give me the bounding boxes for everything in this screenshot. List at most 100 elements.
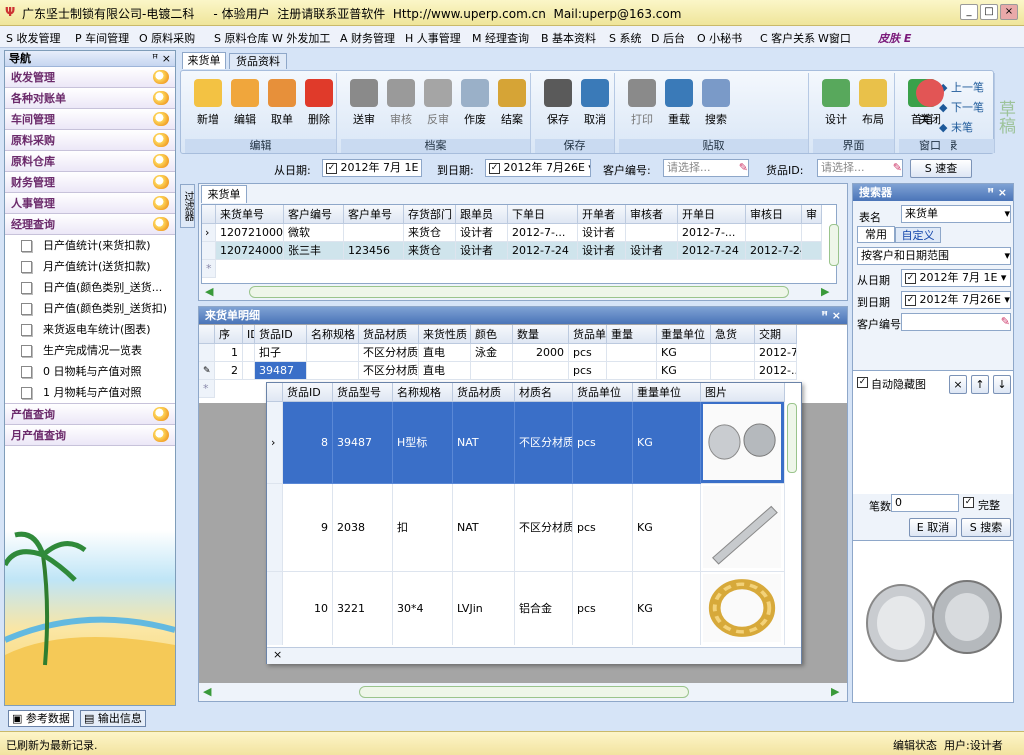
- master-cell[interactable]: [746, 224, 802, 242]
- detail-cell[interactable]: 39487: [255, 362, 307, 380]
- menu-item-13[interactable]: W窗口: [818, 30, 851, 46]
- menu-item-11[interactable]: O 小秘书: [697, 30, 742, 46]
- detail-cell[interactable]: [243, 362, 255, 380]
- detail-col-header[interactable]: 重量单位: [657, 325, 711, 344]
- lookup-cell[interactable]: pcs: [573, 572, 633, 645]
- lookup-cell[interactable]: 9: [283, 484, 333, 572]
- detail-cell[interactable]: pcs: [569, 362, 607, 380]
- detail-cell[interactable]: 1: [215, 344, 243, 362]
- master-col-header[interactable]: 审核日: [746, 205, 802, 224]
- master-cell[interactable]: 123456: [344, 242, 404, 260]
- table-name-select[interactable]: 来货单 ▾: [901, 205, 1011, 223]
- detail-row-indicator[interactable]: ✎: [199, 362, 215, 380]
- toolbar-button-7[interactable]: 作废: [458, 79, 492, 127]
- lookup-cell[interactable]: 3221: [333, 572, 393, 645]
- master-cell[interactable]: 1207240002: [216, 242, 284, 260]
- master-col-header[interactable]: 来货单号: [216, 205, 284, 224]
- nav-group-4[interactable]: 原料仓库: [5, 151, 175, 172]
- master-cell[interactable]: 来货仓: [404, 242, 456, 260]
- lookup-cell[interactable]: NAT: [453, 484, 515, 572]
- nav-item-3[interactable]: 日产值(颜色类别_送货扣): [5, 298, 175, 319]
- detail-cell[interactable]: 泳金: [471, 344, 513, 362]
- menu-item-6[interactable]: H 人事管理: [405, 30, 461, 46]
- lookup-row-indicator[interactable]: ›: [267, 402, 283, 484]
- toolbar-button-13[interactable]: 搜索: [699, 79, 733, 127]
- detail-cell[interactable]: [607, 362, 657, 380]
- master-cell[interactable]: 2012-7-...: [678, 224, 746, 242]
- master-cell[interactable]: [802, 242, 822, 260]
- menu-item-12[interactable]: C 客户关系: [760, 30, 815, 46]
- item-id-input[interactable]: 请选择... ✎: [817, 159, 903, 177]
- tab-common[interactable]: 常用: [857, 226, 895, 243]
- master-cell[interactable]: 设计者: [456, 242, 508, 260]
- nav-group-bottom-0[interactable]: 产值查询: [5, 404, 175, 425]
- lookup-cell[interactable]: 8: [283, 402, 333, 484]
- detail-cell[interactable]: [711, 362, 755, 380]
- lookup-cell[interactable]: KG: [633, 572, 701, 645]
- lookup-cell[interactable]: KG: [633, 402, 701, 484]
- detail-cell[interactable]: [607, 344, 657, 362]
- detail-cell[interactable]: [307, 344, 359, 362]
- lookup-col-header[interactable]: 货品ID: [283, 383, 333, 402]
- menu-item-5[interactable]: A 财务管理: [340, 30, 395, 46]
- nav-group-bottom-1[interactable]: 月产值查询: [5, 425, 175, 446]
- master-cell[interactable]: 2012-7-24: [746, 242, 802, 260]
- nav-item-7[interactable]: 1 月物耗与产值对照: [5, 382, 175, 403]
- filter-side-tab[interactable]: 过滤器: [180, 184, 195, 228]
- range-select[interactable]: 按客户和日期范围 ▾: [857, 247, 1011, 265]
- quick-query-button[interactable]: S 速查: [910, 159, 972, 178]
- master-hscroll[interactable]: [249, 286, 789, 298]
- toolbar-button-9[interactable]: 保存: [541, 79, 575, 127]
- lookup-cell[interactable]: 2038: [333, 484, 393, 572]
- toolbar-button-4[interactable]: 送审: [347, 79, 381, 127]
- master-cell[interactable]: 2012-7-24: [508, 242, 578, 260]
- menu-item-10[interactable]: D 后台: [651, 30, 685, 46]
- lookup-row-indicator[interactable]: [267, 572, 283, 645]
- scroll-right-icon[interactable]: ▶: [821, 285, 829, 298]
- master-tab[interactable]: 来货单: [201, 185, 247, 203]
- lookup-cell[interactable]: LVJin: [453, 572, 515, 645]
- master-cell[interactable]: 2012-7-24: [678, 242, 746, 260]
- from-date-picker[interactable]: ✓ 2012年 7月 1E ▾: [322, 159, 422, 177]
- minimize-button[interactable]: _: [960, 4, 978, 20]
- lookup-cell[interactable]: 不区分材质: [515, 402, 573, 484]
- search-to-date[interactable]: ✓ 2012年 7月26E ▾: [901, 291, 1011, 309]
- master-cell[interactable]: 设计者: [456, 224, 508, 242]
- master-col-header[interactable]: 客户编号: [284, 205, 344, 224]
- detail-col-header[interactable]: ID: [243, 325, 255, 344]
- toolbar-button-11[interactable]: 打印: [625, 79, 659, 127]
- master-cell[interactable]: [802, 224, 822, 242]
- detail-cell[interactable]: KG: [657, 344, 711, 362]
- detail-col-header[interactable]: 序: [215, 325, 243, 344]
- maximize-button[interactable]: □: [980, 4, 998, 20]
- master-cell[interactable]: 微软: [284, 224, 344, 242]
- toolbar-button-6[interactable]: 反审: [421, 79, 455, 127]
- lookup-cell[interactable]: pcs: [573, 402, 633, 484]
- nav-group-7[interactable]: 经理查询: [5, 214, 175, 235]
- nav-group-0[interactable]: 收发管理: [5, 67, 175, 88]
- toolbar-button-1[interactable]: 编辑: [228, 79, 262, 127]
- close-button[interactable]: ×: [1000, 4, 1018, 20]
- nav-item-6[interactable]: 0 日物耗与产值对照: [5, 361, 175, 382]
- detail-col-header[interactable]: 数量: [513, 325, 569, 344]
- lookup-cell[interactable]: 10: [283, 572, 333, 645]
- to-date-picker[interactable]: ✓ 2012年 7月26E ▾: [485, 159, 591, 177]
- detail-cell[interactable]: 2: [215, 362, 243, 380]
- nav-item-4[interactable]: 来货返电车统计(图表): [5, 319, 175, 340]
- master-col-header[interactable]: 下单日: [508, 205, 578, 224]
- detail-col-header[interactable]: 交期: [755, 325, 797, 344]
- menu-item-2[interactable]: O 原料采购: [139, 30, 195, 46]
- lookup-vscroll[interactable]: [787, 403, 797, 473]
- nav-item-5[interactable]: 生产完成情况一览表: [5, 340, 175, 361]
- lookup-cell[interactable]: KG: [633, 484, 701, 572]
- lookup-close-icon[interactable]: ×: [273, 648, 282, 661]
- detail-hscroll[interactable]: [359, 686, 689, 698]
- toolbar-button-5[interactable]: 审核: [384, 79, 418, 127]
- master-cell[interactable]: 设计者: [578, 224, 626, 242]
- menu-item-8[interactable]: B 基本资料: [541, 30, 596, 46]
- tab-laihuodan[interactable]: 来货单: [182, 52, 226, 69]
- lookup-col-header[interactable]: 货品型号: [333, 383, 393, 402]
- detail-cell[interactable]: 不区分材质: [359, 362, 419, 380]
- detail-col-header[interactable]: 名称规格: [307, 325, 359, 344]
- lookup-col-header[interactable]: 名称规格: [393, 383, 453, 402]
